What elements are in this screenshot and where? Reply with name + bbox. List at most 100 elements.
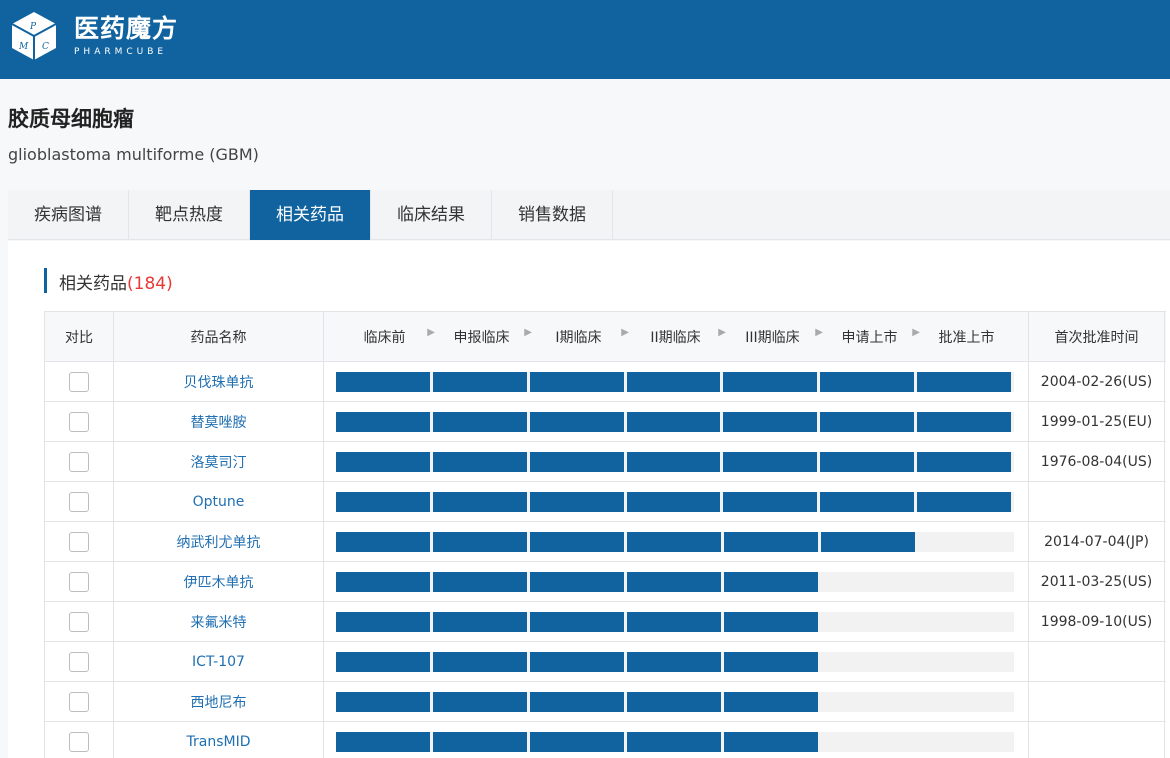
- brand-logo[interactable]: P M C 医药魔方 PHARMCUBE: [8, 10, 178, 62]
- drug-name-link[interactable]: 纳武利尤单抗: [177, 532, 261, 552]
- compare-checkbox[interactable]: [69, 691, 89, 712]
- stage-progress-track: [336, 531, 1014, 552]
- compare-cell: [45, 722, 114, 758]
- section-count: (184): [127, 274, 173, 294]
- compare-cell: [45, 402, 114, 441]
- drug-name-link[interactable]: Optune: [193, 494, 245, 510]
- brand-name-en: PHARMCUBE: [74, 47, 168, 57]
- table-row: TransMID: [45, 722, 1166, 758]
- stage-progress-segment: [723, 411, 818, 432]
- stage-progress-segment: [627, 571, 721, 592]
- drug-name-link[interactable]: 替莫唑胺: [191, 412, 247, 432]
- drug-name-cell: 贝伐珠单抗: [114, 362, 324, 401]
- stage-progress-segment: [530, 651, 624, 672]
- stage-progress-segment: [820, 451, 915, 472]
- compare-checkbox[interactable]: [69, 611, 89, 632]
- stage-progress-segment: [724, 611, 818, 632]
- drug-name-cell: 西地尼布: [114, 682, 324, 721]
- tab-bar: 疾病图谱 靶点热度 相关药品 临床结果 销售数据: [8, 190, 1170, 240]
- stage-progress-segment: [626, 411, 721, 432]
- table-row: 贝伐珠单抗 2004-02-26(US): [45, 362, 1166, 402]
- stage-progress-segment: [627, 611, 721, 632]
- stage-progress-track: [336, 691, 1014, 712]
- stage-progress-segment: [917, 411, 1012, 432]
- compare-checkbox[interactable]: [69, 571, 89, 592]
- stage-progress-segment: [529, 411, 624, 432]
- stage-progress-cell: [324, 682, 1029, 721]
- stage-progress-segment: [529, 451, 624, 472]
- compare-cell: [45, 562, 114, 601]
- compare-cell: [45, 682, 114, 721]
- drug-name-link[interactable]: 伊匹木单抗: [184, 572, 254, 592]
- table-row: 伊匹木单抗 2011-03-25(US): [45, 562, 1166, 602]
- stage-progress-segment: [723, 451, 818, 472]
- stage-progress-segment: [432, 491, 527, 512]
- stage-progress-segment: [530, 731, 624, 752]
- stage-progress-track: [336, 411, 1014, 432]
- drug-name-cell: 伊匹木单抗: [114, 562, 324, 601]
- compare-checkbox[interactable]: [69, 451, 89, 472]
- stage-progress-segment: [336, 531, 430, 552]
- table-body: 贝伐珠单抗 2004-02-26(US) 替莫唑胺 1999-01-25(EU) 洛莫司…: [45, 362, 1166, 758]
- drug-table: 对比 药品名称 临床前 ▶ 申报临床 ▶ I期临床 ▶ II期临床 ▶ III期临床 ▶ …: [44, 311, 1166, 758]
- drug-name-cell: TransMID: [114, 722, 324, 758]
- stage-progress-segment: [432, 451, 527, 472]
- stage-progress-segment: [627, 651, 721, 672]
- table-header: 对比 药品名称 临床前 ▶ 申报临床 ▶ I期临床 ▶ II期临床 ▶ III期临床 ▶ …: [45, 312, 1166, 362]
- stage-progress-segment: [433, 731, 527, 752]
- stage-progress-segment: [433, 531, 527, 552]
- stage-progress-segment: [820, 491, 915, 512]
- header-first-approval: 首次批准时间: [1029, 312, 1165, 361]
- first-approval-date: 1999-01-25(EU): [1040, 413, 1153, 430]
- first-approval-cell: 1976-08-04(US): [1029, 442, 1165, 481]
- compare-checkbox[interactable]: [69, 411, 89, 432]
- stage-progress-segment: [336, 651, 430, 672]
- compare-cell: [45, 642, 114, 681]
- stage-progress-track: [336, 731, 1014, 752]
- compare-checkbox[interactable]: [69, 731, 89, 752]
- first-approval-cell: [1029, 682, 1165, 721]
- stage-progress-segment: [336, 491, 430, 512]
- stage-progress-segment: [626, 451, 721, 472]
- compare-cell: [45, 602, 114, 641]
- drug-name-link[interactable]: 贝伐珠单抗: [184, 372, 254, 392]
- drug-name-link[interactable]: TransMID: [187, 734, 251, 750]
- first-approval-date: 1976-08-04(US): [1040, 453, 1153, 470]
- first-approval-cell: [1029, 722, 1165, 758]
- tab-disease-map[interactable]: 疾病图谱: [8, 190, 129, 240]
- stage-progress-segment: [336, 411, 430, 432]
- stage-progress-segment: [723, 371, 818, 392]
- stage-progress-segment: [724, 731, 818, 752]
- disease-subtitle: glioblastoma multiforme (GBM): [8, 145, 259, 164]
- drug-name-cell: 来氟米特: [114, 602, 324, 641]
- drug-name-link[interactable]: 来氟米特: [191, 612, 247, 632]
- stage-progress-segment: [917, 371, 1012, 392]
- tab-sales-data[interactable]: 销售数据: [492, 190, 613, 240]
- table-row: 来氟米特 1998-09-10(US): [45, 602, 1166, 642]
- drug-name-link[interactable]: ICT-107: [192, 654, 245, 670]
- stage-progress-cell: [324, 482, 1029, 521]
- compare-checkbox[interactable]: [69, 371, 89, 392]
- first-approval-cell: 2004-02-26(US): [1029, 362, 1165, 401]
- compare-checkbox[interactable]: [69, 651, 89, 672]
- stage-progress-segment: [820, 371, 915, 392]
- stage-progress-segment: [724, 531, 818, 552]
- stage-progress-track: [336, 491, 1014, 512]
- stage-progress-segment: [433, 651, 527, 672]
- svg-text:C: C: [42, 42, 49, 52]
- stage-progress-segment: [530, 531, 624, 552]
- stage-label: II期临床 ▶: [650, 326, 726, 346]
- compare-checkbox[interactable]: [69, 491, 89, 512]
- drug-name-cell: ICT-107: [114, 642, 324, 681]
- stage-progress-cell: [324, 722, 1029, 758]
- drug-name-link[interactable]: 洛莫司汀: [191, 452, 247, 472]
- stage-progress-segment: [723, 491, 818, 512]
- tab-clinical-results[interactable]: 临床结果: [371, 190, 492, 240]
- first-approval-date: 2014-07-04(JP): [1044, 533, 1149, 550]
- compare-checkbox[interactable]: [69, 531, 89, 552]
- tab-target-heat[interactable]: 靶点热度: [129, 190, 250, 240]
- tab-related-drugs[interactable]: 相关药品: [250, 190, 371, 240]
- table-row: 替莫唑胺 1999-01-25(EU): [45, 402, 1166, 442]
- stage-progress-segment: [432, 371, 527, 392]
- drug-name-link[interactable]: 西地尼布: [191, 692, 247, 712]
